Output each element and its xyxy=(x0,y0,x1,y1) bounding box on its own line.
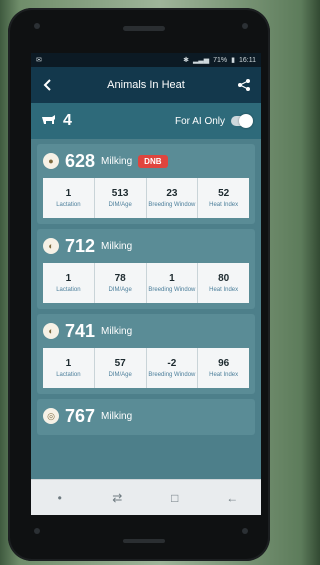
stat-label: Breeding Window xyxy=(148,201,196,208)
animal-card[interactable]: ◐ 712 Milking 1 Lactation 78 DIM/Age 1 B… xyxy=(37,229,255,309)
stat-breeding-window: 23 Breeding Window xyxy=(147,178,199,218)
stat-label: Heat Index xyxy=(209,201,239,208)
heat-status-icon: ◐ xyxy=(43,238,59,254)
app-bar: Animals In Heat xyxy=(31,67,261,103)
bottom-sensor xyxy=(242,528,248,534)
toggle-label: For AI Only xyxy=(174,115,225,127)
stat-value: 57 xyxy=(114,357,126,369)
battery-percent: 71% xyxy=(213,56,228,64)
back-icon[interactable]: ← xyxy=(222,488,242,508)
stat-value: 52 xyxy=(218,187,230,199)
bluetooth-icon: ✱ xyxy=(183,57,189,64)
stat-heat-index: 96 Heat Index xyxy=(198,348,249,388)
stat-value: 1 xyxy=(169,272,175,284)
animal-card[interactable]: ● 628 Milking DNB 1 Lactation 513 DIM/Ag… xyxy=(37,144,255,224)
stat-label: Breeding Window xyxy=(148,371,196,378)
stats-row: 1 Lactation 57 DIM/Age -2 Breeding Windo… xyxy=(43,348,249,388)
ai-filter: For AI Only xyxy=(174,114,253,128)
card-header: ◎ 767 Milking xyxy=(43,403,249,429)
animal-list: ● 628 Milking DNB 1 Lactation 513 DIM/Ag… xyxy=(31,139,261,479)
notification-icon: ✉ xyxy=(36,57,42,64)
stat-label: Lactation xyxy=(56,371,81,378)
home-icon[interactable]: □ xyxy=(165,488,185,508)
card-header: ◐ 741 Milking xyxy=(43,318,249,344)
card-header: ● 628 Milking DNB xyxy=(43,148,249,174)
stat-value: -2 xyxy=(167,357,177,369)
nav-dot-icon[interactable]: • xyxy=(50,488,70,508)
sensor xyxy=(242,23,248,29)
animal-status: Milking xyxy=(101,410,133,422)
stat-label: DIM/Age xyxy=(108,201,132,208)
stat-breeding-window: -2 Breeding Window xyxy=(147,348,199,388)
stat-lactation: 1 Lactation xyxy=(43,178,95,218)
stat-value: 1 xyxy=(65,187,72,199)
animal-id: 712 xyxy=(65,235,96,256)
stat-value: 1 xyxy=(65,357,72,369)
animal-status: Milking xyxy=(101,240,133,252)
count-value: 4 xyxy=(63,112,72,129)
stat-heat-index: 80 Heat Index xyxy=(198,263,249,303)
stat-value: 1 xyxy=(65,272,72,284)
bottom-speaker xyxy=(123,539,165,543)
recent-apps-icon[interactable]: ⇄ xyxy=(107,488,127,508)
animal-card[interactable]: ◐ 741 Milking 1 Lactation 57 DIM/Age -2 xyxy=(37,314,255,394)
stat-dim-age: 513 DIM/Age xyxy=(95,178,147,218)
battery-icon: ▮ xyxy=(231,57,235,64)
stats-row: 1 Lactation 513 DIM/Age 23 Breeding Wind… xyxy=(43,178,249,218)
stat-lactation: 1 Lactation xyxy=(43,348,95,388)
system-nav-bar: • ⇄ □ ← xyxy=(31,479,261,515)
status-right: ✱ ▂▃▅ 71% ▮ 16:11 xyxy=(183,56,256,65)
animal-id: 767 xyxy=(65,405,96,426)
dnb-badge: DNB xyxy=(138,154,168,168)
stat-value: 80 xyxy=(218,272,230,284)
heat-status-icon: ◐ xyxy=(43,323,59,339)
animal-id: 628 xyxy=(65,150,96,171)
stat-breeding-window: 1 Breeding Window xyxy=(147,263,199,303)
card-header: ◐ 712 Milking xyxy=(43,233,249,259)
heat-status-icon: ◎ xyxy=(43,408,59,424)
animal-card[interactable]: ◎ 767 Milking xyxy=(37,399,255,435)
stat-label: Breeding Window xyxy=(148,286,196,293)
signal-icon: ▂▃▅ xyxy=(192,57,210,64)
stats-row: 1 Lactation 78 DIM/Age 1 Breeding Window… xyxy=(43,263,249,303)
bottom-mic xyxy=(34,528,40,534)
stat-lactation: 1 Lactation xyxy=(43,263,95,303)
animal-count: 4 xyxy=(41,112,72,130)
stat-value: 513 xyxy=(111,187,129,199)
stat-dim-age: 78 DIM/Age xyxy=(95,263,147,303)
stat-label: Lactation xyxy=(56,201,81,208)
front-camera xyxy=(34,23,40,29)
animal-status: Milking xyxy=(101,155,133,167)
stat-heat-index: 52 Heat Index xyxy=(198,178,249,218)
top-speaker xyxy=(123,26,165,31)
screen: ✉ ✱ ▂▃▅ 71% ▮ 16:11 Animals In Heat 4 Fo… xyxy=(31,53,261,515)
stat-value: 23 xyxy=(166,187,178,199)
ai-only-toggle[interactable] xyxy=(231,114,253,128)
stat-label: Heat Index xyxy=(209,286,239,293)
stat-dim-age: 57 DIM/Age xyxy=(95,348,147,388)
back-arrow-icon[interactable] xyxy=(39,76,57,94)
filter-bar: 4 For AI Only xyxy=(31,103,261,139)
stat-label: DIM/Age xyxy=(108,286,132,293)
stat-value: 96 xyxy=(218,357,230,369)
animal-id: 741 xyxy=(65,320,96,341)
page-title: Animals In Heat xyxy=(107,79,185,91)
animal-status: Milking xyxy=(101,325,133,337)
cow-icon xyxy=(41,112,57,130)
stat-label: Heat Index xyxy=(209,371,239,378)
phone-frame: ✉ ✱ ▂▃▅ 71% ▮ 16:11 Animals In Heat 4 Fo… xyxy=(8,8,270,561)
time: 16:11 xyxy=(239,56,256,64)
stat-value: 78 xyxy=(114,272,126,284)
heat-status-icon: ● xyxy=(43,153,59,169)
stat-label: Lactation xyxy=(56,286,81,293)
share-icon[interactable] xyxy=(235,76,253,94)
status-bar: ✉ ✱ ▂▃▅ 71% ▮ 16:11 xyxy=(31,53,261,67)
stat-label: DIM/Age xyxy=(108,371,132,378)
